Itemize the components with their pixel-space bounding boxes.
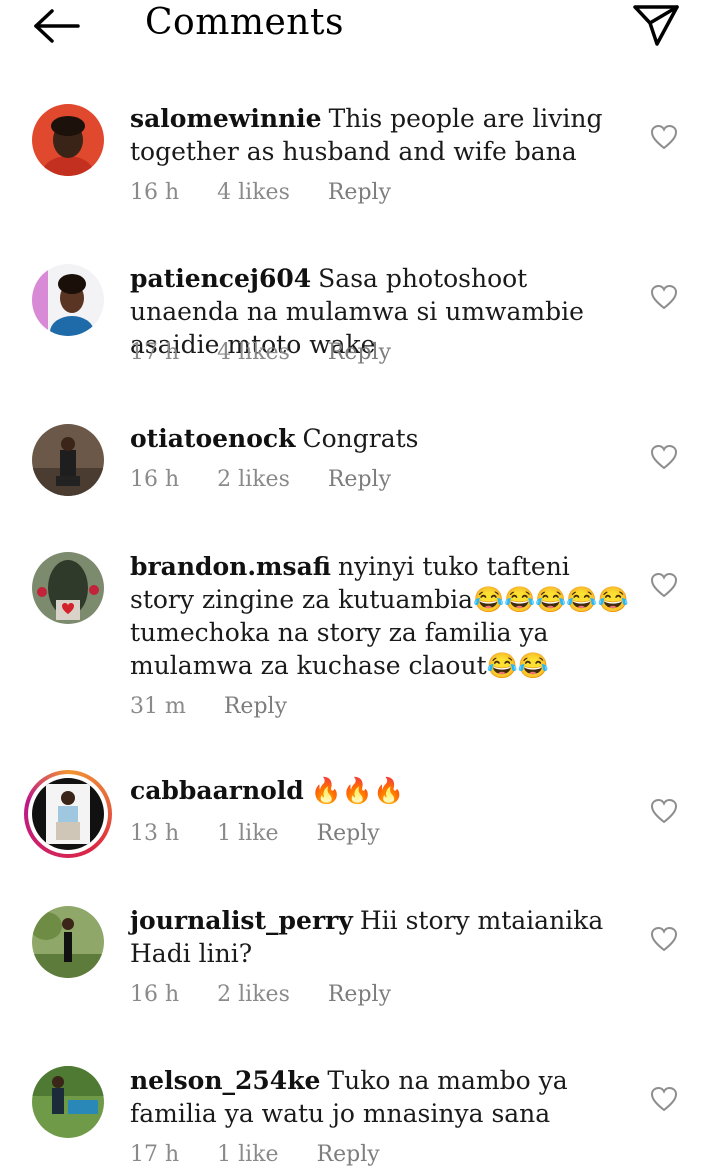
comment-username[interactable]: journalist_perry xyxy=(130,906,353,935)
reply-button[interactable]: Reply xyxy=(328,180,391,205)
comment-time: 16 h xyxy=(130,180,180,205)
comment-time: 31 m xyxy=(130,694,186,719)
heart-icon[interactable] xyxy=(650,926,678,952)
comment-meta: 13 h 1 like Reply xyxy=(130,821,418,846)
comment-likes[interactable]: 1 like xyxy=(217,821,278,846)
comment-text: 🔥🔥🔥 xyxy=(310,776,405,805)
comment-likes[interactable]: 1 like xyxy=(217,1142,278,1167)
comment-likes[interactable]: 4 likes xyxy=(217,180,290,205)
avatar[interactable] xyxy=(32,1066,104,1138)
comment-meta: 17 h 1 like Reply xyxy=(130,1142,418,1167)
avatar[interactable] xyxy=(32,778,104,850)
comment-likes[interactable]: 2 likes xyxy=(217,467,290,492)
reply-button[interactable]: Reply xyxy=(317,1142,380,1167)
reply-button[interactable]: Reply xyxy=(317,821,380,846)
avatar[interactable] xyxy=(32,552,104,624)
comment-time: 17 h xyxy=(130,1142,180,1167)
comment-username[interactable]: cabbaarnold xyxy=(130,776,304,805)
comment-time: 16 h xyxy=(130,982,180,1007)
reply-button[interactable]: Reply xyxy=(328,982,391,1007)
comment-time: 13 h xyxy=(130,821,180,846)
comment-text: Congrats xyxy=(302,424,419,453)
avatar[interactable] xyxy=(32,104,104,176)
reply-button[interactable]: Reply xyxy=(328,340,391,365)
page-title: Comments xyxy=(145,2,344,43)
comment-username[interactable]: brandon.msafi xyxy=(130,552,331,581)
heart-icon[interactable] xyxy=(650,798,678,824)
avatar[interactable] xyxy=(32,264,104,336)
comment-time: 16 h xyxy=(130,467,180,492)
heart-icon[interactable] xyxy=(650,1086,678,1112)
comment-meta: 31 m Reply xyxy=(130,694,325,719)
comment-meta: 16 h 2 likes Reply xyxy=(130,467,429,492)
reply-button[interactable]: Reply xyxy=(224,694,287,719)
comment-username[interactable]: salomewinnie xyxy=(130,104,322,133)
comment-username[interactable]: patiencej604 xyxy=(130,264,311,293)
comment-meta: 16 h 4 likes Reply xyxy=(130,180,429,205)
heart-icon[interactable] xyxy=(650,284,678,310)
comment-meta: 17 h 4 likes Reply xyxy=(130,340,429,365)
heart-icon[interactable] xyxy=(650,124,678,150)
header-bar: Comments xyxy=(0,0,720,60)
arrow-left-icon[interactable] xyxy=(30,8,82,44)
heart-icon[interactable] xyxy=(650,572,678,598)
paper-plane-icon[interactable] xyxy=(630,2,682,48)
comment-time: 17 h xyxy=(130,340,180,365)
comment-meta: 16 h 2 likes Reply xyxy=(130,982,429,1007)
comment-likes[interactable]: 2 likes xyxy=(217,982,290,1007)
avatar[interactable] xyxy=(32,906,104,978)
story-ring[interactable] xyxy=(24,770,112,858)
heart-icon[interactable] xyxy=(650,444,678,470)
avatar[interactable] xyxy=(32,424,104,496)
reply-button[interactable]: Reply xyxy=(328,467,391,492)
comment-username[interactable]: otiatoenock xyxy=(130,424,295,453)
comment-username[interactable]: nelson_254ke xyxy=(130,1066,320,1095)
comment-likes[interactable]: 4 likes xyxy=(217,340,290,365)
